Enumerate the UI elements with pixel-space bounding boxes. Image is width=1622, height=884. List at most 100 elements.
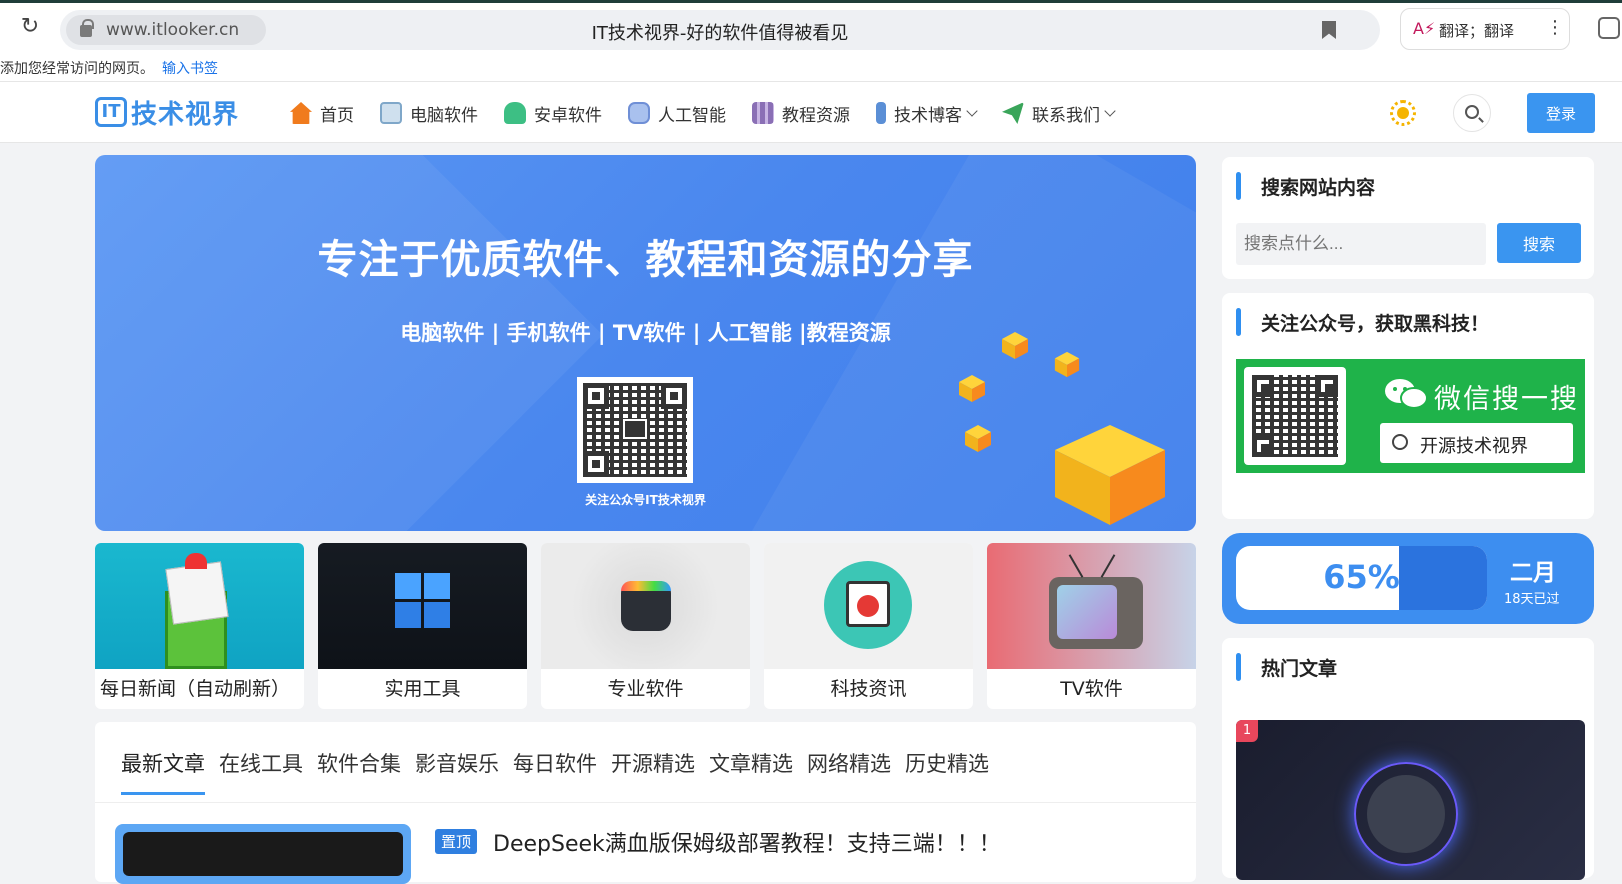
heading-accent bbox=[1236, 653, 1241, 681]
tab-daily-software[interactable]: 每日软件 bbox=[513, 748, 597, 795]
card-label: 每日新闻（自动刷新） bbox=[100, 678, 291, 700]
daily-news-image bbox=[95, 543, 304, 669]
small-cube bbox=[1054, 351, 1080, 378]
books-icon bbox=[752, 102, 774, 124]
nav-label: 技术博客 bbox=[894, 105, 962, 126]
sidebar-heading: 热门文章 bbox=[1236, 653, 1337, 681]
hot-article-image[interactable]: 1 bbox=[1236, 720, 1585, 880]
tab-latest[interactable]: 最新文章 bbox=[121, 748, 205, 795]
nav-label: 教程资源 bbox=[782, 105, 850, 126]
bookmark-hint: 添加您经常访问的网页。 bbox=[0, 61, 154, 77]
article-title[interactable]: DeepSeek满血版保姆级部署教程！支持三端！！！ bbox=[493, 826, 1001, 858]
heading-accent bbox=[1236, 308, 1241, 336]
tab-entertainment[interactable]: 影音娱乐 bbox=[415, 748, 499, 795]
theme-toggle-sun-icon[interactable] bbox=[1390, 100, 1416, 126]
chevron-down-icon bbox=[966, 104, 978, 117]
wechat-search-text: 开源技术视界 bbox=[1420, 436, 1528, 457]
card-tools[interactable]: 实用工具 bbox=[318, 543, 527, 709]
nav-pc-software[interactable]: 电脑软件 bbox=[380, 101, 478, 126]
more-menu-icon[interactable]: ⋮ bbox=[1546, 17, 1564, 38]
wechat-banner[interactable]: 微信搜一搜 开源技术视界 bbox=[1236, 359, 1585, 473]
pro-software-image bbox=[541, 543, 750, 669]
nav-label: 安卓软件 bbox=[534, 105, 602, 126]
sidebar-search-input[interactable] bbox=[1236, 223, 1486, 265]
nav-contact[interactable]: 联系我们 bbox=[1002, 101, 1116, 126]
category-cards: 每日新闻（自动刷新） 实用工具 专业软件 科技资讯 TV软件 bbox=[95, 543, 1196, 709]
login-button[interactable]: 登录 bbox=[1527, 93, 1595, 133]
home-icon bbox=[290, 102, 312, 124]
retro-tv-image bbox=[987, 543, 1196, 669]
nav-android[interactable]: 安卓软件 bbox=[504, 101, 602, 126]
card-label: 专业软件 bbox=[607, 678, 684, 700]
sidebar-heading: 搜索网站内容 bbox=[1236, 172, 1375, 200]
sidebar-search-button[interactable]: 搜索 bbox=[1497, 223, 1581, 263]
page-title-text: IT技术视界-好的软件值得被看见 bbox=[591, 23, 849, 44]
site-header: IT 技术视界 首页 电脑软件 安卓软件 人工智能 教程资源 技术博客 联系我们… bbox=[0, 81, 1622, 143]
small-cube bbox=[959, 375, 985, 402]
header-search-button[interactable] bbox=[1453, 94, 1491, 132]
tab-switcher-icon[interactable] bbox=[1598, 17, 1620, 39]
tab-software-collection[interactable]: 软件合集 bbox=[317, 748, 401, 795]
chevron-down-icon bbox=[1104, 104, 1116, 117]
month-progress-card: 65% 二月 18天已过 bbox=[1222, 533, 1594, 624]
hot-heading: 热门文章 bbox=[1261, 657, 1338, 680]
wechat-search-title: 微信搜一搜 bbox=[1434, 384, 1579, 415]
card-tech-news[interactable]: 科技资讯 bbox=[764, 543, 973, 709]
nav-home[interactable]: 首页 bbox=[290, 101, 354, 126]
sidebar-search-card: 搜索网站内容 搜索 bbox=[1222, 157, 1594, 279]
card-pro-software[interactable]: 专业软件 bbox=[541, 543, 750, 709]
search-icon bbox=[1465, 105, 1479, 119]
cube-illustration bbox=[1055, 425, 1165, 525]
wechat-icon bbox=[1385, 379, 1428, 409]
nav-blog[interactable]: 技术博客 bbox=[876, 101, 978, 126]
browser-toolbar: ↻ www.itlooker.cn IT技术视界-好的软件值得被看见 A⚡ 翻译… bbox=[0, 3, 1622, 53]
hero-subtitle: 电脑软件 | 手机软件 | TV软件 | 人工智能 |教程资源 bbox=[400, 321, 891, 345]
tab-article-picks[interactable]: 文章精选 bbox=[709, 748, 793, 795]
sidebar-heading: 关注公众号，获取黑科技！ bbox=[1236, 308, 1489, 336]
sidebar-wechat-card: 关注公众号，获取黑科技！ 微信搜一搜 开源技术视界 bbox=[1222, 293, 1594, 519]
progress-track: 65% bbox=[1236, 546, 1487, 610]
small-cube bbox=[965, 425, 991, 452]
rank-badge: 1 bbox=[1236, 720, 1258, 742]
tab-online-tools[interactable]: 在线工具 bbox=[219, 748, 303, 795]
small-cube bbox=[1002, 332, 1028, 359]
sun-core bbox=[1397, 107, 1409, 119]
articles-section: 最新文章 在线工具 软件合集 影音娱乐 每日软件 开源精选 文章精选 网络精选 … bbox=[95, 722, 1196, 884]
translate-button[interactable]: A⚡ 翻译；翻译 ⋮ bbox=[1400, 8, 1570, 50]
address-bar[interactable]: www.itlooker.cn IT技术视界-好的软件值得被看见 bbox=[60, 10, 1380, 50]
nav-label: 人工智能 bbox=[658, 105, 726, 126]
wechat-heading: 关注公众号，获取黑科技！ bbox=[1261, 312, 1490, 335]
add-bookmark-link[interactable]: 输入书签 bbox=[162, 58, 218, 78]
search-heading: 搜索网站内容 bbox=[1261, 176, 1376, 199]
card-daily-news[interactable]: 每日新闻（自动刷新） bbox=[95, 543, 304, 709]
progress-percent: 65% bbox=[1323, 558, 1400, 596]
month-label: 二月 bbox=[1510, 560, 1556, 586]
article-tabs: 最新文章 在线工具 软件合集 影音娱乐 每日软件 开源精选 文章精选 网络精选 … bbox=[121, 748, 1003, 795]
logo-mark: IT bbox=[95, 97, 127, 127]
bookmarks-bar: 添加您经常访问的网页。 输入书签 bbox=[0, 53, 1622, 81]
hero-qr-caption: 关注公众号IT技术视界 bbox=[585, 493, 706, 507]
site-logo[interactable]: IT 技术视界 bbox=[95, 94, 239, 130]
nav-tutorials[interactable]: 教程资源 bbox=[752, 101, 850, 126]
tab-open-source[interactable]: 开源精选 bbox=[611, 748, 695, 795]
tab-network-picks[interactable]: 网络精选 bbox=[807, 748, 891, 795]
card-tv-software[interactable]: TV软件 bbox=[987, 543, 1196, 709]
android-icon bbox=[504, 102, 526, 124]
pencil-icon bbox=[876, 102, 886, 124]
paper-plane-icon bbox=[1002, 102, 1024, 124]
github-icon bbox=[1367, 775, 1445, 853]
hero-qr-code bbox=[577, 377, 693, 483]
translate-label: 翻译；翻译 bbox=[1439, 22, 1515, 40]
article-thumbnail[interactable] bbox=[115, 824, 411, 884]
pc-software-icon bbox=[380, 102, 402, 124]
main-nav: 首页 电脑软件 安卓软件 人工智能 教程资源 技术博客 联系我们 bbox=[290, 82, 1140, 144]
nav-label: 电脑软件 bbox=[410, 105, 478, 126]
tab-history-picks[interactable]: 历史精选 bbox=[905, 748, 989, 795]
hero-banner[interactable]: 专注于优质软件、教程和资源的分享 电脑软件 | 手机软件 | TV软件 | 人工… bbox=[95, 155, 1196, 531]
heading-accent bbox=[1236, 172, 1241, 200]
translate-icon: A⚡ bbox=[1413, 19, 1436, 38]
nav-ai[interactable]: 人工智能 bbox=[628, 101, 726, 126]
reload-icon[interactable]: ↻ bbox=[18, 15, 42, 39]
divider bbox=[95, 802, 1196, 803]
robot-icon bbox=[628, 102, 650, 124]
